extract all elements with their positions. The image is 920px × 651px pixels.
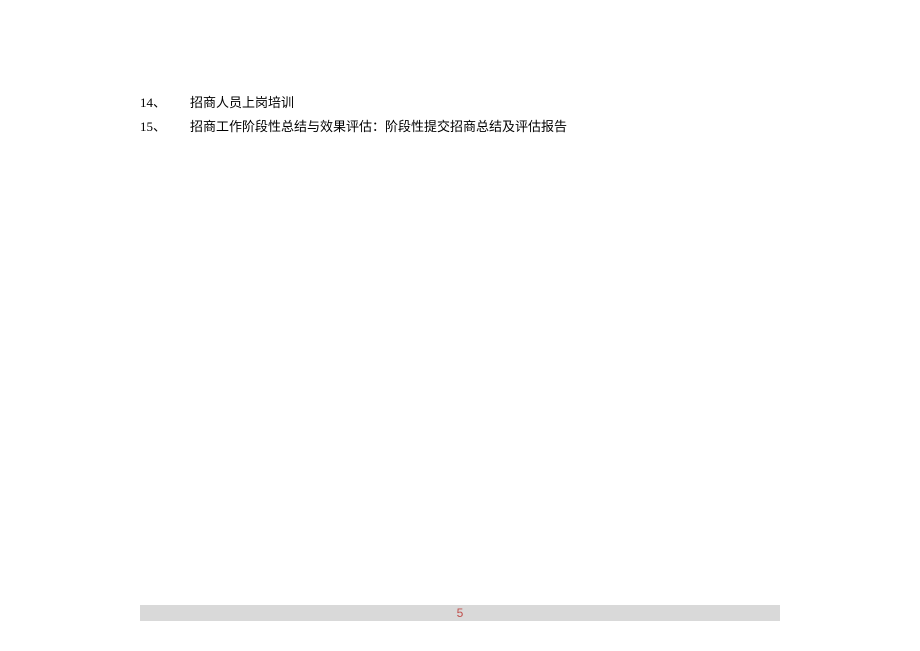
page-footer: 5	[140, 605, 780, 621]
page-number: 5	[457, 606, 464, 620]
list-number: 14、	[140, 92, 190, 114]
list-number: 15、	[140, 116, 190, 138]
list-text: 招商工作阶段性总结与效果评估：阶段性提交招商总结及评估报告	[190, 116, 780, 138]
document-content: 14、 招商人员上岗培训 15、 招商工作阶段性总结与效果评估：阶段性提交招商总…	[0, 0, 920, 138]
list-item: 14、 招商人员上岗培训	[140, 92, 780, 114]
list-text: 招商人员上岗培训	[190, 92, 780, 114]
list-item: 15、 招商工作阶段性总结与效果评估：阶段性提交招商总结及评估报告	[140, 116, 780, 138]
